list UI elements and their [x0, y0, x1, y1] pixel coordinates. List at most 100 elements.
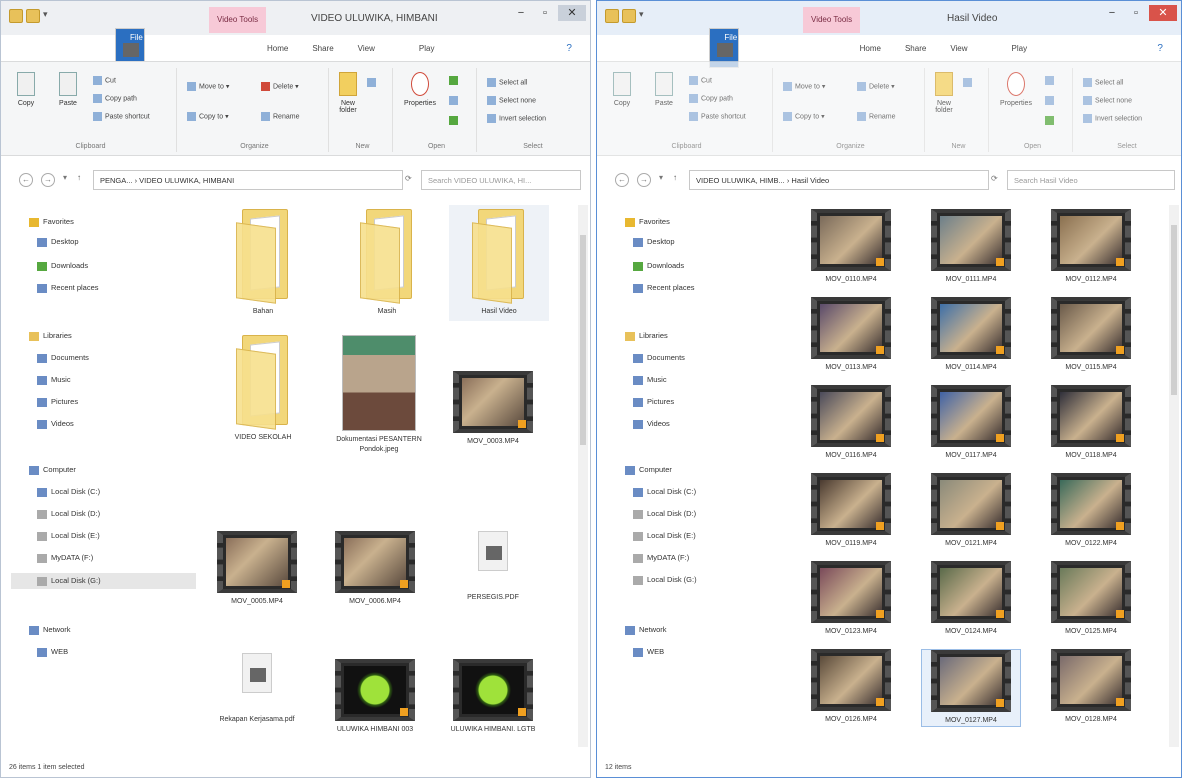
video-item[interactable]: MOV_0006.MP4 — [325, 531, 425, 607]
video-item[interactable]: MOV_0117.MP4 — [921, 385, 1021, 461]
nav-host-web[interactable]: WEB — [633, 647, 664, 657]
back-icon[interactable]: ← — [19, 173, 33, 187]
pdf-item[interactable]: Rekapan Kerjasama.pdf — [207, 641, 307, 725]
up-icon[interactable]: ↑ — [77, 173, 81, 182]
open-button[interactable] — [1045, 76, 1057, 88]
cut-button[interactable]: Cut — [93, 76, 116, 88]
video-item[interactable]: MOV_0003.MP4 — [443, 371, 543, 447]
video-item[interactable]: MOV_0128.MP4 — [1041, 649, 1141, 725]
nav-recent-places[interactable]: Recent places — [37, 283, 99, 293]
folder-item[interactable]: VIDEO SEKOLAH — [213, 335, 313, 443]
refresh-icon[interactable]: ⟳ — [405, 174, 412, 183]
rename-button[interactable]: Rename — [857, 112, 895, 124]
nav-music[interactable]: Music — [633, 375, 667, 385]
help-icon[interactable]: ? — [556, 40, 582, 57]
recent-dropdown-icon[interactable]: ▾ — [659, 173, 663, 182]
nav-network[interactable]: Network — [29, 625, 71, 635]
nav-local-disk-e[interactable]: Local Disk (E:) — [633, 531, 696, 541]
nav-downloads[interactable]: Downloads — [633, 261, 684, 271]
tab-play[interactable]: Play — [409, 41, 445, 56]
refresh-icon[interactable]: ⟳ — [991, 174, 998, 183]
nav-pictures[interactable]: Pictures — [37, 397, 78, 407]
copy-button[interactable]: Copy — [13, 72, 39, 107]
folder-icon[interactable] — [9, 9, 23, 23]
cut-button[interactable]: Cut — [689, 76, 712, 88]
nav-videos[interactable]: Videos — [37, 419, 74, 429]
nav-mydata-f[interactable]: MyDATA (F:) — [633, 553, 689, 563]
minimize-button[interactable]: − — [510, 5, 532, 21]
context-tab-video-tools[interactable]: Video Tools — [803, 7, 861, 33]
nav-pictures[interactable]: Pictures — [633, 397, 674, 407]
forward-icon[interactable]: → — [41, 173, 55, 187]
nav-network[interactable]: Network — [625, 625, 667, 635]
video-item[interactable]: MOV_0127.MP4 — [921, 649, 1021, 727]
tab-view[interactable]: View — [348, 41, 385, 56]
new-folder-button[interactable]: New folder — [335, 72, 361, 114]
nav-local-disk-e[interactable]: Local Disk (E:) — [37, 531, 100, 541]
video-item[interactable]: MOV_0118.MP4 — [1041, 385, 1141, 461]
folder-icon[interactable] — [605, 9, 619, 23]
copy-to-button[interactable]: Copy to ▾ — [187, 112, 229, 124]
tab-share[interactable]: Share — [302, 41, 343, 56]
properties-button[interactable]: Properties — [403, 72, 437, 107]
invert-selection-button[interactable]: Invert selection — [1083, 114, 1142, 126]
video-item[interactable]: ULUWIKA HIMBANI. LGTB — [443, 659, 543, 735]
nav-local-disk-d[interactable]: Local Disk (D:) — [633, 509, 696, 519]
copy-button[interactable]: Copy — [609, 72, 635, 107]
nav-videos[interactable]: Videos — [633, 419, 670, 429]
close-button[interactable]: ✕ — [558, 5, 586, 21]
delete-button[interactable]: Delete ▾ — [857, 82, 895, 94]
tab-view[interactable]: View — [940, 41, 977, 56]
vertical-scrollbar[interactable] — [578, 205, 588, 747]
video-item[interactable]: MOV_0110.MP4 — [801, 209, 901, 285]
help-icon[interactable]: ? — [1147, 40, 1173, 57]
tab-play[interactable]: Play — [1002, 41, 1038, 56]
new-item-button[interactable] — [367, 78, 379, 90]
nav-libraries[interactable]: Libraries — [625, 331, 668, 341]
forward-icon[interactable]: → — [637, 173, 651, 187]
scrollbar-thumb[interactable] — [1171, 225, 1177, 395]
edit-button[interactable] — [449, 96, 461, 108]
select-all-button[interactable]: Select all — [1083, 78, 1123, 90]
video-item[interactable]: MOV_0123.MP4 — [801, 561, 901, 637]
nav-local-disk-c[interactable]: Local Disk (C:) — [633, 487, 696, 497]
paste-shortcut-button[interactable]: Paste shortcut — [689, 112, 746, 124]
copy-to-button[interactable]: Copy to ▾ — [783, 112, 825, 124]
recent-dropdown-icon[interactable]: ▾ — [63, 173, 67, 182]
nav-favorites[interactable]: Favorites — [29, 217, 74, 227]
new-item-button[interactable] — [963, 78, 975, 90]
nav-desktop[interactable]: Desktop — [633, 237, 675, 247]
maximize-button[interactable]: ▫ — [534, 5, 556, 21]
maximize-button[interactable]: ▫ — [1125, 5, 1147, 21]
new-folder-button[interactable]: New folder — [931, 72, 957, 114]
image-item[interactable]: Dokumentasi PESANTERN Pondok.jpeg — [329, 335, 429, 455]
dropdown-icon[interactable]: ▾ — [43, 9, 51, 23]
history-button[interactable] — [1045, 116, 1057, 128]
nav-favorites[interactable]: Favorites — [625, 217, 670, 227]
nav-documents[interactable]: Documents — [633, 353, 685, 363]
back-icon[interactable]: ← — [615, 173, 629, 187]
select-all-button[interactable]: Select all — [487, 78, 527, 90]
move-to-button[interactable]: Move to ▾ — [783, 82, 825, 94]
video-item[interactable]: MOV_0119.MP4 — [801, 473, 901, 549]
save-icon[interactable] — [622, 9, 636, 23]
search-input[interactable]: Search VIDEO ULUWIKA, HI... — [421, 170, 581, 190]
address-bar[interactable]: VIDEO ULUWIKA, HIMB... › Hasil Video — [689, 170, 989, 190]
rename-button[interactable]: Rename — [261, 112, 299, 124]
copy-path-button[interactable]: Copy path — [689, 94, 733, 106]
tab-share[interactable]: Share — [895, 41, 936, 56]
nav-local-disk-g[interactable]: Local Disk (G:) — [11, 573, 196, 589]
tab-home[interactable]: Home — [850, 41, 891, 56]
move-to-button[interactable]: Move to ▾ — [187, 82, 229, 94]
nav-host-web[interactable]: WEB — [37, 647, 68, 657]
pdf-item[interactable]: PERSEGIS.PDF — [443, 519, 543, 603]
nav-local-disk-g[interactable]: Local Disk (G:) — [633, 575, 697, 585]
close-button[interactable]: ✕ — [1149, 5, 1177, 21]
address-bar[interactable]: PENGA... › VIDEO ULUWIKA, HIMBANI — [93, 170, 403, 190]
nav-downloads[interactable]: Downloads — [37, 261, 88, 271]
video-item[interactable]: MOV_0005.MP4 — [207, 531, 307, 607]
tab-home[interactable]: Home — [257, 41, 298, 56]
video-item[interactable]: MOV_0114.MP4 — [921, 297, 1021, 373]
nav-music[interactable]: Music — [37, 375, 71, 385]
video-item[interactable]: MOV_0116.MP4 — [801, 385, 901, 461]
